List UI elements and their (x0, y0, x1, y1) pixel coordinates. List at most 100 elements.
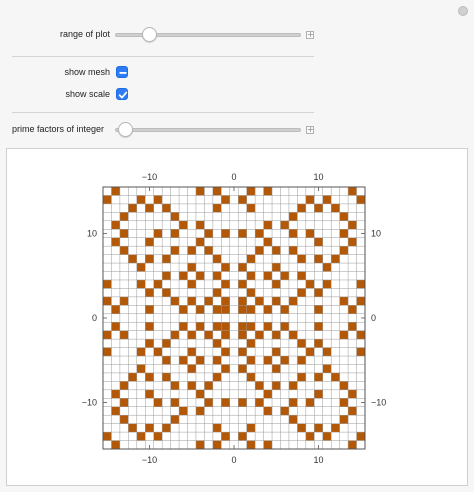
prime-cell (288, 212, 298, 221)
prime-cell (331, 423, 340, 433)
prime-cell (162, 356, 171, 365)
prime-cell (339, 246, 349, 255)
prime-cell (246, 203, 256, 213)
prime-cell (348, 406, 357, 416)
prime-factors-slider-knob[interactable] (118, 122, 134, 137)
divider-1 (12, 56, 314, 57)
prime-cell (170, 330, 180, 340)
prime-factors-plus-icon[interactable]: + (306, 126, 314, 134)
prime-cell (322, 279, 332, 289)
prime-cell (280, 271, 289, 280)
prime-cell (111, 389, 120, 399)
prime-cell (170, 296, 180, 306)
prime-cell (187, 364, 196, 373)
prime-cell (145, 322, 154, 331)
prime-cell (322, 432, 332, 441)
x-tick-label-top: 10 (314, 172, 324, 182)
prime-cell (145, 339, 154, 348)
prime-cell (288, 381, 298, 390)
prime-cell (280, 406, 289, 416)
prime-cell (128, 254, 137, 264)
prime-cell (255, 296, 264, 306)
prime-cell (221, 263, 230, 272)
prime-cell (179, 322, 188, 331)
prime-cell (297, 203, 306, 213)
prime-cell (111, 237, 120, 247)
prime-cell (246, 322, 256, 331)
prime-cell (272, 296, 281, 306)
prime-cell (162, 372, 171, 382)
prime-cell (339, 330, 349, 340)
prime-cell (162, 423, 171, 433)
prime-cell (280, 305, 289, 314)
divider-2 (12, 112, 314, 113)
prime-cell (170, 212, 180, 221)
prime-cell (119, 398, 129, 407)
prime-cell (212, 187, 222, 196)
prime-cell (246, 305, 256, 314)
prime-cell (348, 237, 357, 247)
prime-cell (119, 381, 129, 390)
prime-cell (255, 398, 264, 407)
prime-cell (280, 220, 289, 230)
prime-cell (339, 415, 349, 424)
prime-cell (263, 271, 273, 280)
gaussian-prime-plot: −10 −10 0 0 10 10 10 10 0 0 −10 −10 (82, 172, 387, 465)
prime-cell (356, 347, 365, 357)
prime-cell (263, 187, 273, 196)
show-mesh-checkbox[interactable] (116, 66, 128, 78)
prime-factors-label: prime factors of integer (12, 124, 105, 134)
prime-cell (314, 372, 323, 382)
prime-cell (288, 229, 298, 238)
prime-cell (170, 381, 180, 390)
options-gear-icon[interactable] (458, 6, 468, 16)
prime-cell (111, 440, 120, 449)
prime-cell (179, 356, 188, 365)
prime-cell (263, 389, 273, 399)
prime-cell (263, 305, 273, 314)
prime-cell (170, 246, 180, 255)
prime-cell (280, 356, 289, 365)
prime-cell (212, 288, 222, 297)
prime-cell (238, 398, 247, 407)
range-of-plot-slider-knob[interactable] (142, 27, 158, 42)
prime-cell (128, 423, 137, 433)
prime-cell (195, 220, 205, 230)
plot-background (103, 187, 365, 449)
prime-cell (204, 246, 213, 255)
prime-cell (297, 356, 306, 365)
prime-cell (280, 322, 289, 331)
prime-cell (297, 288, 306, 297)
prime-cell (339, 381, 349, 390)
manipulate-panel: range of plot + show mesh show scale pri… (0, 0, 474, 492)
prime-cell (356, 296, 365, 306)
prime-cell (288, 296, 298, 306)
prime-cell (305, 279, 315, 289)
prime-cell (195, 305, 205, 314)
prime-cell (170, 398, 180, 407)
prime-factors-slider-track[interactable] (115, 128, 301, 132)
plot-area: −10 −10 0 0 10 10 10 10 0 0 −10 −10 (6, 148, 468, 486)
prime-cell (145, 372, 154, 382)
prime-cell (187, 279, 196, 289)
prime-cell (212, 372, 222, 382)
prime-cell (263, 220, 273, 230)
prime-cell (136, 263, 146, 272)
prime-cell (238, 296, 247, 306)
prime-cell (314, 423, 323, 433)
prime-cell (145, 389, 154, 399)
prime-cell (103, 432, 112, 441)
show-scale-label: show scale (65, 89, 110, 99)
prime-cell (162, 203, 171, 213)
range-of-plot-plus-icon[interactable]: + (306, 31, 314, 39)
show-scale-checkbox[interactable] (116, 88, 128, 100)
prime-cell (103, 347, 112, 357)
prime-cell (348, 220, 357, 230)
prime-cell (288, 415, 298, 424)
prime-cell (170, 415, 180, 424)
prime-cell (272, 330, 281, 340)
prime-cell (322, 263, 332, 272)
prime-cell (339, 229, 349, 238)
prime-cell (305, 229, 315, 238)
prime-cell (204, 229, 213, 238)
